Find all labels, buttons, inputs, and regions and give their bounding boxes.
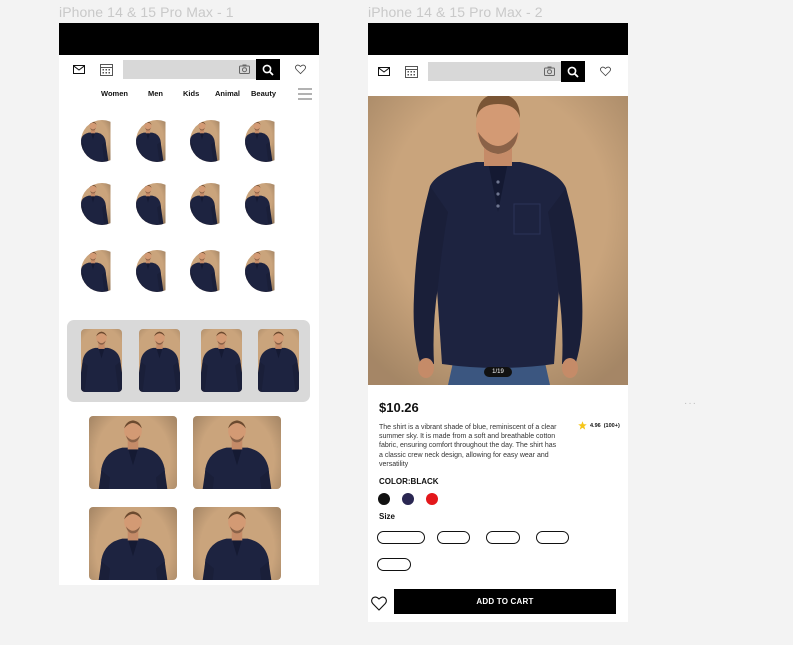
product-description: The shirt is a vibrant shade of blue, re… [379,424,557,468]
product-image[interactable] [368,96,628,385]
rating-value: 4.96 [590,422,601,429]
category-thumb[interactable] [136,183,178,225]
star-icon [578,421,587,430]
category-thumb[interactable] [245,183,287,225]
search-icon [567,66,579,78]
product-card[interactable] [89,416,177,489]
mail-icon[interactable] [378,67,390,76]
status-bar [368,23,628,55]
category-thumb[interactable] [190,183,232,225]
camera-icon[interactable] [239,64,250,74]
image-pager: 1/19 [484,367,512,377]
category-thumb[interactable] [190,120,232,162]
product-rating: 4.96 (100+) [578,421,620,430]
category-beauty[interactable]: Beauty [251,89,276,98]
color-swatch-navy[interactable] [402,493,414,505]
size-label: Size [379,512,396,521]
wishlist-heart-icon[interactable] [371,596,387,611]
featured-product-card[interactable] [258,329,299,392]
search-button[interactable] [256,59,280,80]
category-thumb[interactable] [190,250,232,292]
color-label: COLOR:BLACK [379,477,439,486]
heart-icon[interactable] [600,66,611,77]
product-card[interactable] [89,507,177,580]
frame-label-product: iPhone 14 & 15 Pro Max - 2 [368,4,543,20]
color-swatch-black[interactable] [378,493,390,505]
category-thumb[interactable] [81,120,123,162]
category-thumb[interactable] [245,250,287,292]
search-input[interactable] [123,60,257,79]
home-screen: Women Men Kids Animal Beauty [59,23,319,585]
size-option[interactable] [437,531,470,544]
size-option[interactable] [536,531,569,544]
menu-icon[interactable] [298,88,312,100]
heart-icon[interactable] [295,64,306,75]
featured-product-card[interactable] [81,329,122,392]
product-screen: 1/19 $10.26 The shirt is a vibrant shade… [368,23,628,622]
search-input[interactable] [428,62,561,81]
more-options-icon: ··· [684,398,697,409]
search-button[interactable] [561,61,585,82]
top-bar [368,61,628,83]
top-bar [59,59,319,81]
size-option[interactable] [486,531,520,544]
calendar-icon[interactable] [100,63,113,76]
frame-label-home: iPhone 14 & 15 Pro Max - 1 [59,4,234,20]
rating-count: (100+) [603,422,620,429]
product-card[interactable] [193,416,281,489]
featured-product-card[interactable] [201,329,242,392]
category-nav: Women Men Kids Animal Beauty [59,89,319,103]
product-photo [368,96,628,385]
add-to-cart-button[interactable]: ADD TO CART [394,589,616,614]
size-option[interactable] [377,531,425,544]
category-kids[interactable]: Kids [183,89,199,98]
category-men[interactable]: Men [148,89,163,98]
mail-icon[interactable] [73,65,85,74]
size-option[interactable] [377,558,411,571]
product-price: $10.26 [379,400,419,415]
category-thumb[interactable] [136,250,178,292]
category-thumb[interactable] [245,120,287,162]
featured-product-card[interactable] [139,329,180,392]
search-icon [262,64,274,76]
category-thumb[interactable] [81,250,123,292]
category-thumb[interactable] [136,120,178,162]
product-card[interactable] [193,507,281,580]
status-bar [59,23,319,55]
category-women[interactable]: Women [101,89,128,98]
category-animal[interactable]: Animal [215,89,240,98]
camera-icon[interactable] [544,66,555,76]
category-thumb[interactable] [81,183,123,225]
color-swatch-red[interactable] [426,493,438,505]
calendar-icon[interactable] [405,65,418,78]
